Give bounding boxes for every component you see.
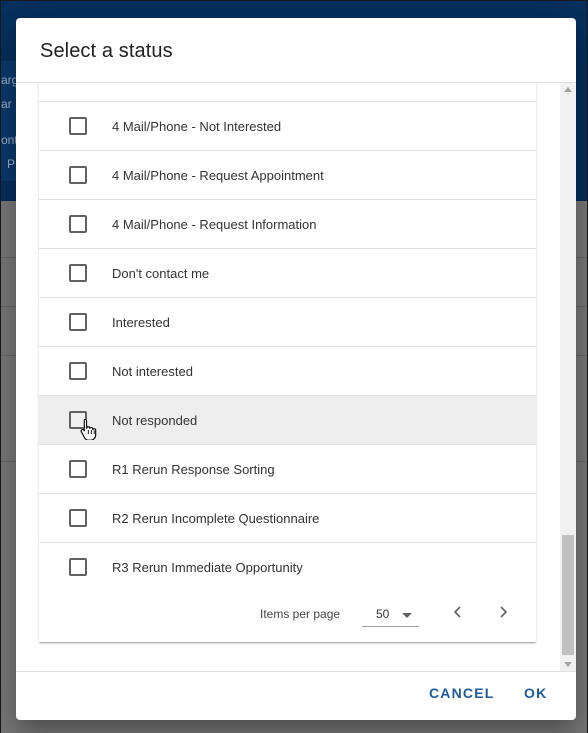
status-label: 4 Mail/Phone - Request Information xyxy=(112,217,317,232)
items-per-page-select[interactable]: 50 xyxy=(362,597,419,627)
select-status-dialog: Select a status 4 Mail/Phone - Not Inter… xyxy=(16,18,576,720)
scroll-up-arrow-icon[interactable] xyxy=(564,87,572,92)
checkbox-icon[interactable] xyxy=(69,313,87,331)
checkbox-icon[interactable] xyxy=(69,166,87,184)
items-per-page-label: Items per page xyxy=(260,607,341,621)
next-page-button[interactable] xyxy=(486,595,520,629)
dialog-title: Select a status xyxy=(40,40,173,62)
checkbox-icon[interactable] xyxy=(69,509,87,527)
status-label: Don't contact me xyxy=(112,266,210,281)
status-label: Not interested xyxy=(112,364,193,379)
ok-button[interactable]: OK xyxy=(524,685,547,701)
status-row[interactable]: 4 Mail/Phone - Not Interested xyxy=(39,102,536,151)
status-label: 4 Mail/Phone - Request Appointment xyxy=(112,168,324,183)
dialog-actions: CANCEL OK xyxy=(16,672,576,720)
status-label: R2 Rerun Incomplete Questionnaire xyxy=(112,511,320,526)
background-text: P xyxy=(7,157,16,171)
scrollbar[interactable] xyxy=(560,83,576,671)
status-row[interactable]: Interested xyxy=(39,298,536,347)
checkbox-icon[interactable] xyxy=(69,460,87,478)
scroll-down-arrow-icon[interactable] xyxy=(564,662,572,667)
status-label: Not responded xyxy=(112,413,198,428)
status-row[interactable]: Don't contact me xyxy=(39,249,536,298)
status-label: R3 Rerun Immediate Opportunity xyxy=(112,560,303,575)
table-row-partial xyxy=(39,83,536,102)
status-row[interactable]: 4 Mail/Phone - Request Appointment xyxy=(39,151,536,200)
scrollbar-thumb[interactable] xyxy=(562,535,574,655)
status-table: 4 Mail/Phone - Not Interested 4 Mail/Pho… xyxy=(39,83,536,642)
hand-pointer-icon xyxy=(80,418,97,440)
status-label: 4 Mail/Phone - Not Interested xyxy=(112,119,282,134)
checkbox-icon[interactable] xyxy=(69,558,87,576)
background-text: ar xyxy=(1,97,12,111)
items-per-page-value: 50 xyxy=(376,607,390,621)
paginator: Items per page 50 xyxy=(39,585,536,641)
previous-page-button[interactable] xyxy=(441,595,475,629)
status-label: Interested xyxy=(112,315,170,330)
checkbox-icon[interactable] xyxy=(69,215,87,233)
checkbox-icon[interactable] xyxy=(69,362,87,380)
status-row[interactable]: Not interested xyxy=(39,347,536,396)
dialog-content[interactable]: 4 Mail/Phone - Not Interested 4 Mail/Pho… xyxy=(16,82,576,672)
chevron-left-icon xyxy=(453,606,461,618)
status-row[interactable]: R1 Rerun Response Sorting xyxy=(39,445,536,494)
checkbox-icon[interactable] xyxy=(69,264,87,282)
status-row[interactable]: 4 Mail/Phone - Request Information xyxy=(39,200,536,249)
status-label: R1 Rerun Response Sorting xyxy=(112,462,275,477)
status-row[interactable]: R2 Rerun Incomplete Questionnaire xyxy=(39,494,536,543)
status-row-hovered[interactable]: Not responded xyxy=(39,396,536,445)
cancel-button[interactable]: CANCEL xyxy=(429,685,495,701)
checkbox-icon[interactable] xyxy=(69,117,87,135)
dropdown-caret-icon xyxy=(402,613,412,618)
chevron-right-icon xyxy=(500,606,508,618)
